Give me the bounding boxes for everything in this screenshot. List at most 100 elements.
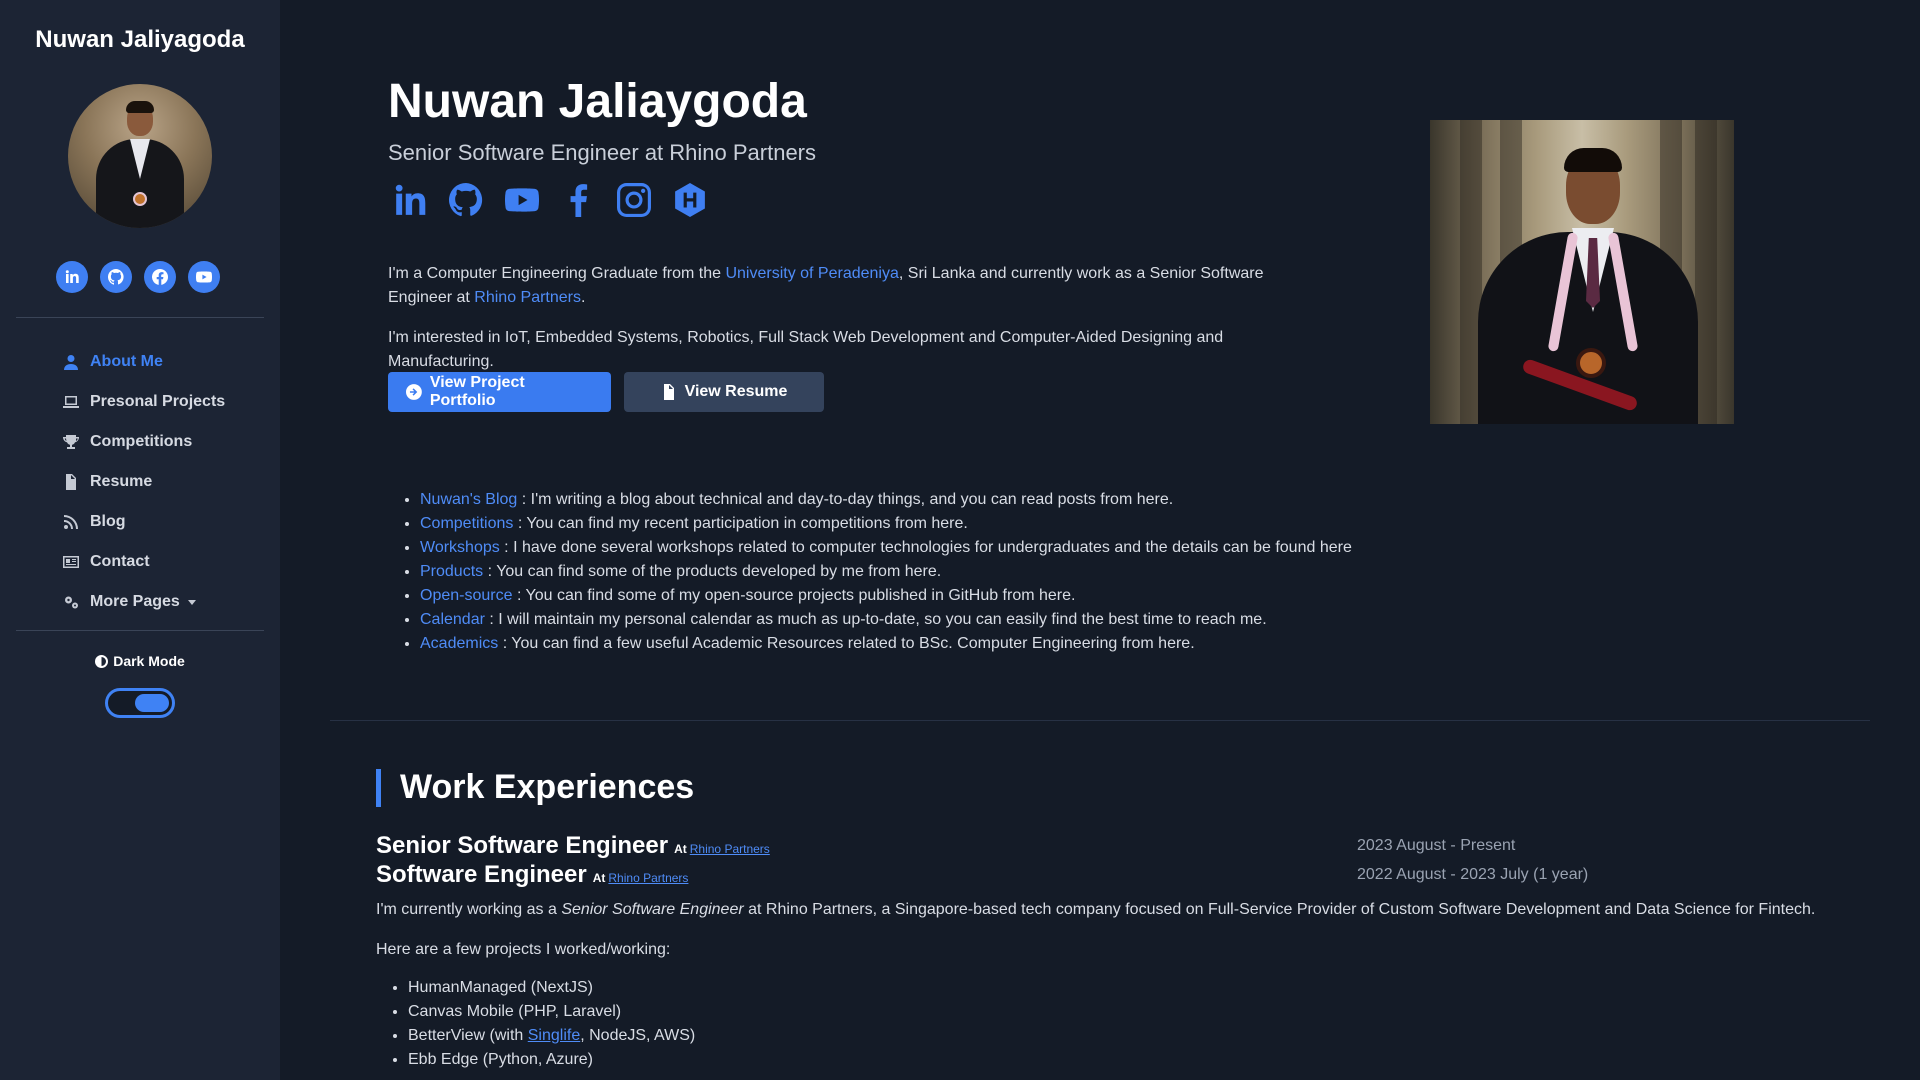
page-title: Nuwan Jaliaygoda xyxy=(388,75,807,128)
main-content: Nuwan Jaliaygoda Senior Software Enginee… xyxy=(280,0,1920,1080)
gears-icon xyxy=(62,593,80,611)
facebook-icon[interactable] xyxy=(144,261,176,293)
document-icon xyxy=(663,384,674,400)
list-item-text: : I'm writing a blog about technical and… xyxy=(517,491,1174,508)
company-link[interactable]: Rhino Partners xyxy=(608,871,688,885)
sidebar: Nuwan Jaliyagoda About Me Presonal Proje… xyxy=(0,0,280,1080)
job-role: Software Engineer xyxy=(376,861,587,888)
laptop-icon xyxy=(62,393,80,411)
university-link[interactable]: University of Peradeniya xyxy=(725,265,898,282)
job-at: At xyxy=(592,871,606,885)
sidebar-item-label: Blog xyxy=(90,513,126,530)
quick-links-list: Nuwan's Blog : I'm writing a blog about … xyxy=(420,488,1352,656)
sidebar-item-label: More Pages xyxy=(90,593,180,610)
contact-card-icon xyxy=(62,553,80,571)
person-icon xyxy=(62,353,80,371)
intro-text-part: I'm a Computer Engineering Graduate from… xyxy=(388,265,726,282)
chevron-down-icon xyxy=(187,599,196,605)
linkedin-icon[interactable] xyxy=(56,261,88,293)
instagram-icon[interactable] xyxy=(616,182,652,218)
hero-social-links xyxy=(392,182,708,218)
youtube-icon[interactable] xyxy=(504,182,540,218)
sidebar-divider xyxy=(16,317,264,318)
job-period: 2022 August - 2023 July (1 year) xyxy=(1357,866,1589,883)
view-portfolio-button[interactable]: View Project Portfolio xyxy=(388,372,611,412)
competitions-link[interactable]: Competitions xyxy=(420,515,513,532)
sidebar-item-label: About Me xyxy=(90,353,163,370)
list-item: Academics : You can find a few useful Ac… xyxy=(420,632,1352,656)
company-link[interactable]: Rhino Partners xyxy=(690,842,770,856)
sidebar-item-about-me[interactable]: About Me xyxy=(62,342,225,382)
projects-intro: Here are a few projects I worked/working… xyxy=(376,941,671,958)
linkedin-icon[interactable] xyxy=(392,182,428,218)
button-label: View Resume xyxy=(684,383,788,400)
sidebar-name: Nuwan Jaliyagoda xyxy=(35,26,245,53)
sidebar-nav: About Me Presonal Projects Competitions … xyxy=(62,342,225,622)
section-title: Work Experiences xyxy=(400,768,695,806)
list-item: Nuwan's Blog : I'm writing a blog about … xyxy=(420,488,1352,512)
trophy-icon xyxy=(62,433,80,451)
sidebar-social-links xyxy=(56,261,220,293)
hashnode-icon[interactable] xyxy=(672,182,708,218)
youtube-icon[interactable] xyxy=(188,261,220,293)
company-link[interactable]: Rhino Partners xyxy=(474,289,581,306)
sidebar-item-competitions[interactable]: Competitions xyxy=(62,422,225,462)
dark-mode-toggle[interactable] xyxy=(105,688,175,718)
github-icon[interactable] xyxy=(100,261,132,293)
dark-mode-text: Dark Mode xyxy=(113,653,185,669)
section-divider xyxy=(330,720,1870,721)
sidebar-item-label: Competitions xyxy=(90,433,193,450)
products-link[interactable]: Products xyxy=(420,563,483,580)
list-item: HumanManaged (NextJS) xyxy=(408,976,695,1000)
desc-emphasis: Senior Software Engineer xyxy=(561,901,744,918)
job-role: Senior Software Engineer xyxy=(376,832,669,859)
document-icon xyxy=(62,473,80,491)
profile-photo xyxy=(1430,120,1734,424)
job-at: At xyxy=(674,842,687,856)
job-period: 2023 August - Present xyxy=(1357,837,1516,854)
contrast-icon xyxy=(95,654,109,668)
intro-text: I'm a Computer Engineering Graduate from… xyxy=(388,262,1328,390)
sidebar-item-personal-projects[interactable]: Presonal Projects xyxy=(62,382,225,422)
list-item-text: : I have done several workshops related … xyxy=(499,539,1352,556)
arrow-circle-icon xyxy=(406,384,422,400)
singlife-link[interactable]: Singlife xyxy=(528,1027,580,1044)
sidebar-item-resume[interactable]: Resume xyxy=(62,462,225,502)
list-item: Canvas Mobile (PHP, Laravel) xyxy=(408,1000,695,1024)
sidebar-item-label: Presonal Projects xyxy=(90,393,226,410)
list-item-text: , NodeJS, AWS) xyxy=(580,1027,696,1044)
list-item: BetterView (with Singlife, NodeJS, AWS) xyxy=(408,1024,695,1048)
list-item: Workshops : I have done several workshop… xyxy=(420,536,1352,560)
view-resume-button[interactable]: View Resume xyxy=(624,372,824,412)
action-buttons: View Project Portfolio View Resume xyxy=(388,372,824,412)
open-source-link[interactable]: Open-source xyxy=(420,587,513,604)
calendar-link[interactable]: Calendar xyxy=(420,611,485,628)
list-item-text: : You can find some of the products deve… xyxy=(483,563,942,580)
list-item: Products : You can find some of the prod… xyxy=(420,560,1352,584)
sidebar-item-more-pages[interactable]: More Pages xyxy=(62,582,225,622)
blog-link[interactable]: Nuwan's Blog xyxy=(420,491,517,508)
sidebar-item-label: Resume xyxy=(90,473,153,490)
sidebar-item-label: Contact xyxy=(90,553,150,570)
desc-part: at Rhino Partners, a Singapore-based tec… xyxy=(743,901,1816,918)
section-accent-bar xyxy=(376,769,381,807)
intro-paragraph-2: I'm interested in IoT, Embedded Systems,… xyxy=(388,329,1224,370)
workshops-link[interactable]: Workshops xyxy=(420,539,500,556)
list-item: Ebb Edge (Python, Azure) xyxy=(408,1048,695,1072)
sidebar-item-contact[interactable]: Contact xyxy=(62,542,225,582)
academics-link[interactable]: Academics xyxy=(420,635,498,652)
projects-list: HumanManaged (NextJS) Canvas Mobile (PHP… xyxy=(408,976,695,1072)
page-subtitle: Senior Software Engineer at Rhino Partne… xyxy=(388,140,817,165)
github-icon[interactable] xyxy=(448,182,484,218)
rss-icon xyxy=(62,513,80,531)
list-item: Open-source : You can find some of my op… xyxy=(420,584,1352,608)
list-item: Competitions : You can find my recent pa… xyxy=(420,512,1352,536)
intro-paragraph-1: I'm a Computer Engineering Graduate from… xyxy=(388,262,1328,310)
job-title: Software Engineer At Rhino Partners xyxy=(376,861,688,889)
list-item-text: : I will maintain my personal calendar a… xyxy=(484,611,1267,628)
list-item: Calendar : I will maintain my personal c… xyxy=(420,608,1352,632)
sidebar-item-blog[interactable]: Blog xyxy=(62,502,225,542)
facebook-icon[interactable] xyxy=(560,182,596,218)
avatar xyxy=(68,84,212,228)
toggle-knob xyxy=(135,694,169,712)
